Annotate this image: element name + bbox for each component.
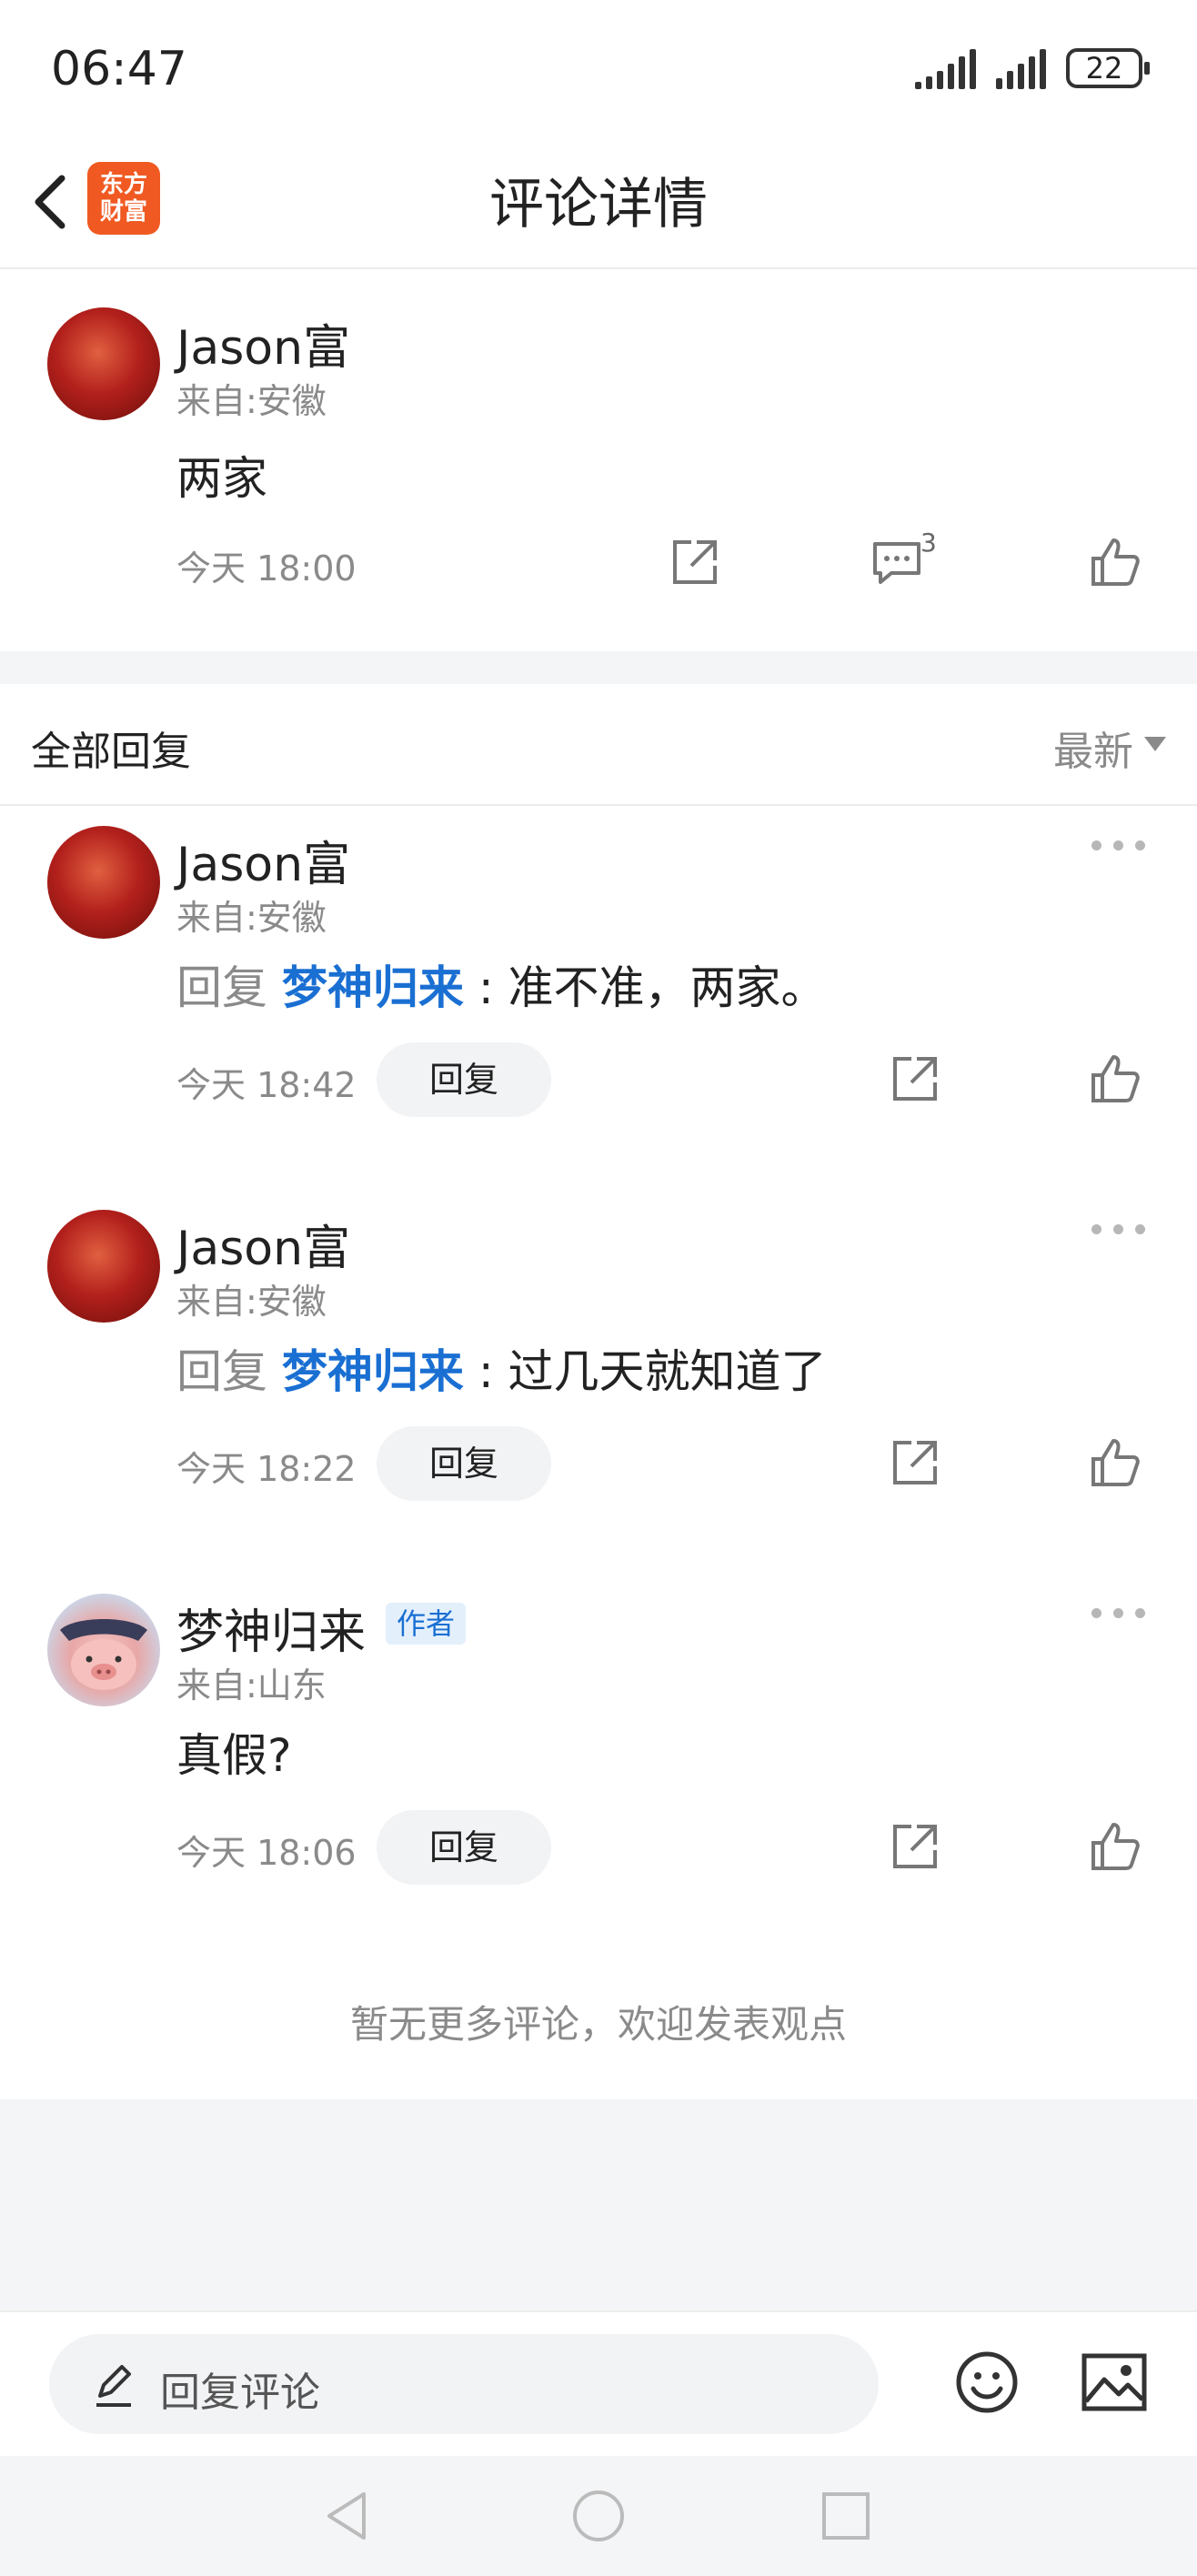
share-icon[interactable] bbox=[888, 1435, 942, 1490]
thumbs-up-icon[interactable] bbox=[1088, 1435, 1142, 1490]
main-comment: Jason富 来自:安徽 两家 今天 18:00 3 bbox=[0, 269, 1197, 651]
reply-button[interactable]: 回复 bbox=[377, 1810, 551, 1885]
location: 来自:安徽 bbox=[176, 898, 327, 938]
status-time: 06:47 bbox=[51, 42, 187, 96]
no-more-comments: 暂无更多评论，欢迎发表观点 bbox=[349, 2002, 847, 2047]
thumbs-up-icon[interactable] bbox=[1088, 535, 1142, 589]
reply-time: 今天 18:22 bbox=[176, 1449, 357, 1489]
avatar[interactable] bbox=[47, 1594, 160, 1706]
share-icon[interactable] bbox=[888, 1819, 942, 1874]
sort-dropdown-icon[interactable] bbox=[1144, 737, 1166, 751]
battery-icon: 22 bbox=[1066, 48, 1150, 88]
reply-input-placeholder: 回复评论 bbox=[160, 2370, 320, 2416]
reply-input[interactable]: 回复评论 bbox=[49, 2334, 879, 2434]
reply-prefix: 回复 bbox=[176, 1345, 267, 1398]
reply-item: Jason富 来自:安徽 回复 梦神归来 : 准不准，两家。 今天 18:42 … bbox=[0, 806, 1197, 1190]
bottom-bar: 回复评论 bbox=[0, 2310, 1197, 2456]
thumbs-up-icon[interactable] bbox=[1088, 1819, 1142, 1874]
username[interactable]: Jason富 bbox=[176, 826, 350, 894]
avatar[interactable] bbox=[47, 826, 160, 939]
location: 来自:山东 bbox=[176, 1665, 327, 1706]
replies-header: 全部回复 最新 bbox=[0, 684, 1197, 806]
nav-recents-icon[interactable] bbox=[819, 2489, 873, 2543]
replies-section: 全部回复 最新 Jason富 来自:安徽 回复 梦神归来 : 准不准，两家。 今… bbox=[0, 684, 1197, 2099]
nav-back-icon[interactable] bbox=[322, 2489, 371, 2543]
more-dots-icon[interactable] bbox=[1091, 1603, 1146, 1621]
reply-button[interactable]: 回复 bbox=[377, 1042, 551, 1117]
author-badge: 作者 bbox=[386, 1603, 467, 1645]
reply-item: Jason富 来自:安徽 回复 梦神归来 : 过几天就知道了 今天 18:22 … bbox=[0, 1190, 1197, 1574]
reply-text: 真假? bbox=[176, 1729, 292, 1782]
reply-content: : 准不准，两家。 bbox=[478, 961, 827, 1014]
comment-count: 3 bbox=[920, 528, 937, 558]
reply-text: 回复 梦神归来 : 准不准，两家。 bbox=[176, 951, 827, 1017]
reply-target-link[interactable]: 梦神归来 bbox=[282, 961, 464, 1014]
share-icon[interactable] bbox=[888, 1052, 942, 1106]
signal-2-icon bbox=[996, 47, 1046, 89]
comment-icon[interactable] bbox=[870, 535, 924, 589]
reply-time: 今天 18:42 bbox=[176, 1065, 357, 1105]
header: 东方 财富 评论详情 bbox=[0, 146, 1197, 269]
status-bar: 06:47 22 bbox=[0, 0, 1197, 146]
emoji-icon[interactable] bbox=[953, 2349, 1021, 2416]
reply-button[interactable]: 回复 bbox=[377, 1426, 551, 1501]
nav-home-icon[interactable] bbox=[571, 2489, 626, 2543]
avatar[interactable] bbox=[47, 1210, 160, 1323]
replies-title: 全部回复 bbox=[31, 729, 191, 775]
more-dots-icon[interactable] bbox=[1091, 1219, 1146, 1237]
avatar[interactable] bbox=[47, 307, 160, 420]
reply-content: : 过几天就知道了 bbox=[478, 1345, 827, 1398]
comment-text: 两家 bbox=[176, 452, 267, 505]
reply-target-link[interactable]: 梦神归来 bbox=[282, 1345, 464, 1398]
sort-selector[interactable]: 最新 bbox=[1053, 719, 1133, 777]
page-title: 评论详情 bbox=[489, 173, 708, 236]
screen: 06:47 22 东方 财富 评论详情 Jason富 来自:安徽 两家 今天 1… bbox=[0, 0, 1197, 2576]
more-dots-icon[interactable] bbox=[1091, 835, 1146, 853]
section-gap bbox=[0, 651, 1197, 684]
image-icon[interactable] bbox=[1081, 2352, 1148, 2412]
pig-avatar-icon bbox=[60, 1619, 147, 1690]
location: 来自:安徽 bbox=[176, 381, 327, 421]
system-nav-bar bbox=[0, 2456, 1197, 2576]
location: 来自:安徽 bbox=[176, 1282, 327, 1322]
reply-text: 回复 梦神归来 : 过几天就知道了 bbox=[176, 1335, 827, 1401]
comment-time: 今天 18:00 bbox=[176, 548, 357, 589]
username[interactable]: Jason富 bbox=[176, 1210, 350, 1278]
signal-1-icon bbox=[915, 47, 976, 89]
reply-time: 今天 18:06 bbox=[176, 1833, 357, 1873]
username[interactable]: 梦神归来 bbox=[176, 1594, 366, 1662]
reply-prefix: 回复 bbox=[176, 961, 267, 1014]
thumbs-up-icon[interactable] bbox=[1088, 1052, 1142, 1106]
status-icons: 22 bbox=[915, 45, 1150, 91]
username[interactable]: Jason富 bbox=[176, 309, 350, 377]
pencil-icon bbox=[96, 2365, 131, 2407]
reply-item: 梦神归来 作者 来自:山东 真假? 今天 18:06 回复 bbox=[0, 1574, 1197, 1957]
share-icon[interactable] bbox=[668, 535, 722, 589]
